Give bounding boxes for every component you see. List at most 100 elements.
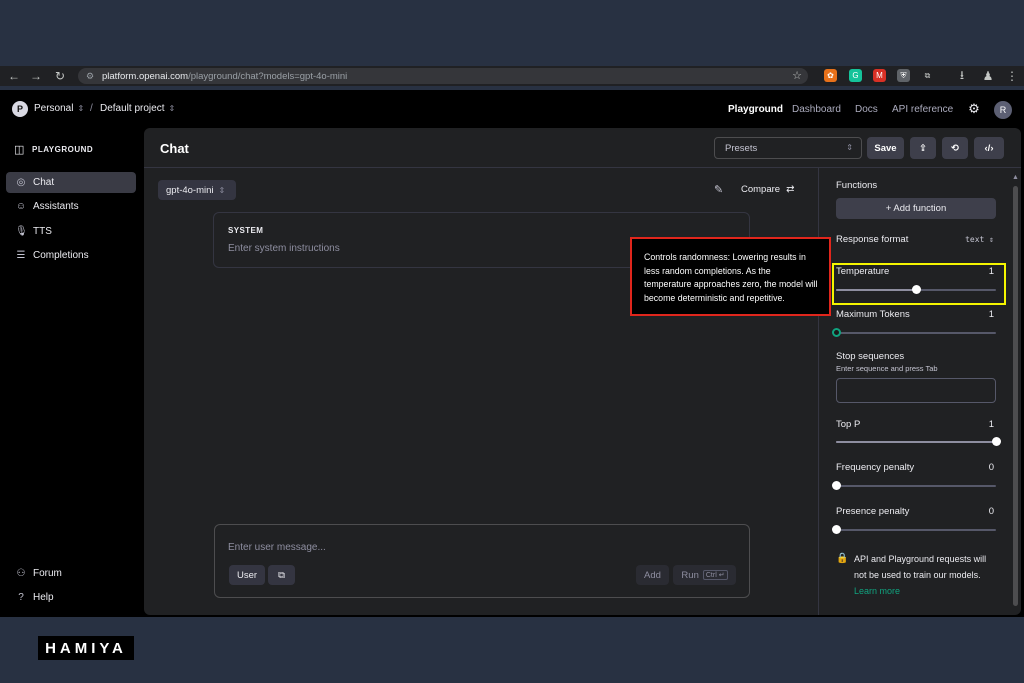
settings-gear-icon[interactable]: ⚙: [966, 101, 982, 117]
sidebar-item-assistants[interactable]: ☺ Assistants: [6, 196, 136, 217]
project-switcher[interactable]: Default project ⇕: [100, 103, 175, 114]
stop-sequences-input[interactable]: [836, 378, 996, 403]
slider-thumb[interactable]: [832, 328, 841, 337]
top-navigation: P Personal ⇕ / Default project ⇕ Playgroun…: [0, 90, 1024, 128]
puzzle-extension-icon[interactable]: ✿: [824, 69, 837, 82]
attach-image-icon[interactable]: ⧉: [268, 565, 295, 585]
nav-dashboard[interactable]: Dashboard: [792, 104, 841, 115]
sidebar-footer-help[interactable]: ? Help: [6, 587, 136, 608]
profile-icon[interactable]: ♟: [978, 66, 998, 86]
settings-panel: Functions + Add function Response format…: [818, 168, 1010, 615]
sidebar-item-label: Chat: [33, 177, 55, 188]
sidebar-title: ◫ PLAYGROUND: [14, 144, 94, 156]
sidebar-item-label: Completions: [33, 250, 89, 261]
sidebar-item-tts[interactable]: 🎙 TTS: [6, 221, 136, 242]
compare-button[interactable]: Compare ⇄: [741, 184, 794, 195]
presets-placeholder: Presets: [725, 142, 758, 154]
browser-menu-icon[interactable]: ⋮: [1002, 66, 1022, 86]
frequency-penalty-value[interactable]: 0: [989, 462, 994, 473]
top-p-label: Top P: [836, 419, 861, 430]
chevron-updown-icon: ⇕: [846, 143, 853, 152]
user-avatar[interactable]: R: [994, 101, 1012, 119]
nav-api-reference[interactable]: API reference: [892, 104, 953, 115]
scrollbar-thumb[interactable]: [1013, 186, 1018, 606]
user-message-box: Enter user message... User ⧉ Add Run Ctrl…: [214, 524, 750, 598]
frequency-penalty-slider[interactable]: [832, 481, 996, 490]
address-bar[interactable]: ⚙ platform.openai.com/playground/chat?mo…: [78, 68, 808, 84]
download-icon[interactable]: ⭳: [952, 66, 972, 86]
training-notice: 🔒 API and Playground requests will not b…: [836, 551, 1001, 599]
sidebar: ◫ PLAYGROUND ◎ Chat ☺ Assistants 🎙 TTS ☰ Complet…: [0, 128, 144, 617]
lock-icon: 🔒: [836, 553, 849, 564]
sidebar-item-completions[interactable]: ☰ Completions: [6, 245, 136, 266]
grammarly-icon[interactable]: G: [849, 69, 862, 82]
lines-icon: ☰: [16, 250, 26, 261]
max-tokens-slider[interactable]: [832, 328, 996, 337]
org-switcher[interactable]: Personal ⇕: [34, 103, 84, 114]
chevron-updown-icon: ⇕: [168, 104, 176, 113]
red-extension-icon[interactable]: M: [873, 69, 886, 82]
page-title: Chat: [160, 141, 189, 156]
sidebar-item-chat[interactable]: ◎ Chat: [6, 172, 136, 193]
slider-thumb[interactable]: [832, 525, 841, 534]
slider-thumb[interactable]: [832, 481, 841, 490]
settings-scrollbar[interactable]: ▲: [1012, 174, 1020, 614]
forward-arrow-icon[interactable]: →: [26, 66, 46, 86]
save-button[interactable]: Save: [867, 137, 904, 159]
max-tokens-value[interactable]: 1: [989, 309, 994, 320]
system-input[interactable]: Enter system instructions: [228, 243, 340, 254]
max-tokens-label: Maximum Tokens: [836, 309, 910, 320]
code-icon[interactable]: ‹/›: [974, 137, 1004, 159]
functions-label: Functions: [836, 180, 878, 191]
bookmark-star-icon[interactable]: ☆: [792, 69, 802, 82]
stop-sequences-hint: Enter sequence and press Tab: [836, 364, 938, 373]
presence-penalty-value[interactable]: 0: [989, 506, 994, 517]
presets-select[interactable]: Presets ⇕: [714, 137, 862, 159]
top-p-slider[interactable]: [836, 437, 1001, 446]
scroll-up-icon[interactable]: ▲: [1012, 174, 1019, 181]
shield-extension-icon[interactable]: ⛨: [897, 69, 910, 82]
learn-more-link[interactable]: Learn more: [854, 583, 1001, 599]
help-icon: ?: [18, 592, 24, 603]
reload-icon[interactable]: ↻: [50, 66, 70, 86]
url-path: /playground/chat?models=gpt-4o-mini: [188, 70, 348, 82]
nav-docs[interactable]: Docs: [855, 104, 878, 115]
sidebar-footer-label: Help: [33, 592, 54, 603]
people-icon: ⚇: [16, 568, 26, 579]
share-icon[interactable]: ⇪: [910, 137, 936, 159]
model-select[interactable]: gpt-4o-mini ⇕: [158, 180, 236, 200]
run-button[interactable]: Run Ctrl ↵: [673, 565, 736, 585]
slider-thumb[interactable]: [992, 437, 1001, 446]
extensions-puzzle-icon[interactable]: ⧉: [921, 69, 934, 82]
add-message-button[interactable]: Add: [636, 565, 669, 585]
sidebar-footer-forum[interactable]: ⚇ Forum: [6, 563, 136, 584]
temperature-tooltip: Controls randomness: Lowering results in…: [630, 237, 831, 316]
add-function-button[interactable]: + Add function: [836, 198, 996, 219]
compare-arrows-icon: ⇄: [786, 184, 795, 195]
org-name: Personal: [34, 103, 74, 114]
site-settings-icon[interactable]: ⚙: [86, 71, 96, 82]
project-name: Default project: [100, 103, 165, 114]
shortcut-hint: Ctrl ↵: [702, 570, 728, 580]
user-message-input[interactable]: Enter user message...: [228, 542, 326, 553]
frequency-penalty-label: Frequency penalty: [836, 462, 915, 473]
history-icon[interactable]: ⟲: [942, 137, 968, 159]
presence-penalty-label: Presence penalty: [836, 506, 910, 517]
breadcrumb-separator: /: [90, 103, 93, 114]
org-avatar[interactable]: P: [12, 101, 28, 117]
top-p-value[interactable]: 1: [989, 419, 994, 430]
response-format-select[interactable]: text ⇕: [965, 235, 994, 244]
back-arrow-icon[interactable]: ←: [4, 66, 24, 86]
sidebar-footer-label: Forum: [33, 568, 62, 579]
clear-broom-icon[interactable]: ✎: [714, 183, 723, 196]
chat-bubble-icon: ◎: [16, 177, 26, 188]
stop-sequences-label: Stop sequences: [836, 351, 905, 362]
role-toggle-button[interactable]: User: [229, 565, 265, 585]
assistants-icon: ☺: [15, 201, 27, 212]
nav-playground[interactable]: Playground: [728, 104, 783, 115]
chevron-updown-icon: ⇕: [218, 185, 226, 195]
sidebar-item-label: Assistants: [33, 201, 79, 212]
sidebar-item-label: TTS: [33, 226, 52, 237]
hamiya-logo: HAMIYA: [38, 636, 134, 660]
presence-penalty-slider[interactable]: [832, 525, 996, 534]
